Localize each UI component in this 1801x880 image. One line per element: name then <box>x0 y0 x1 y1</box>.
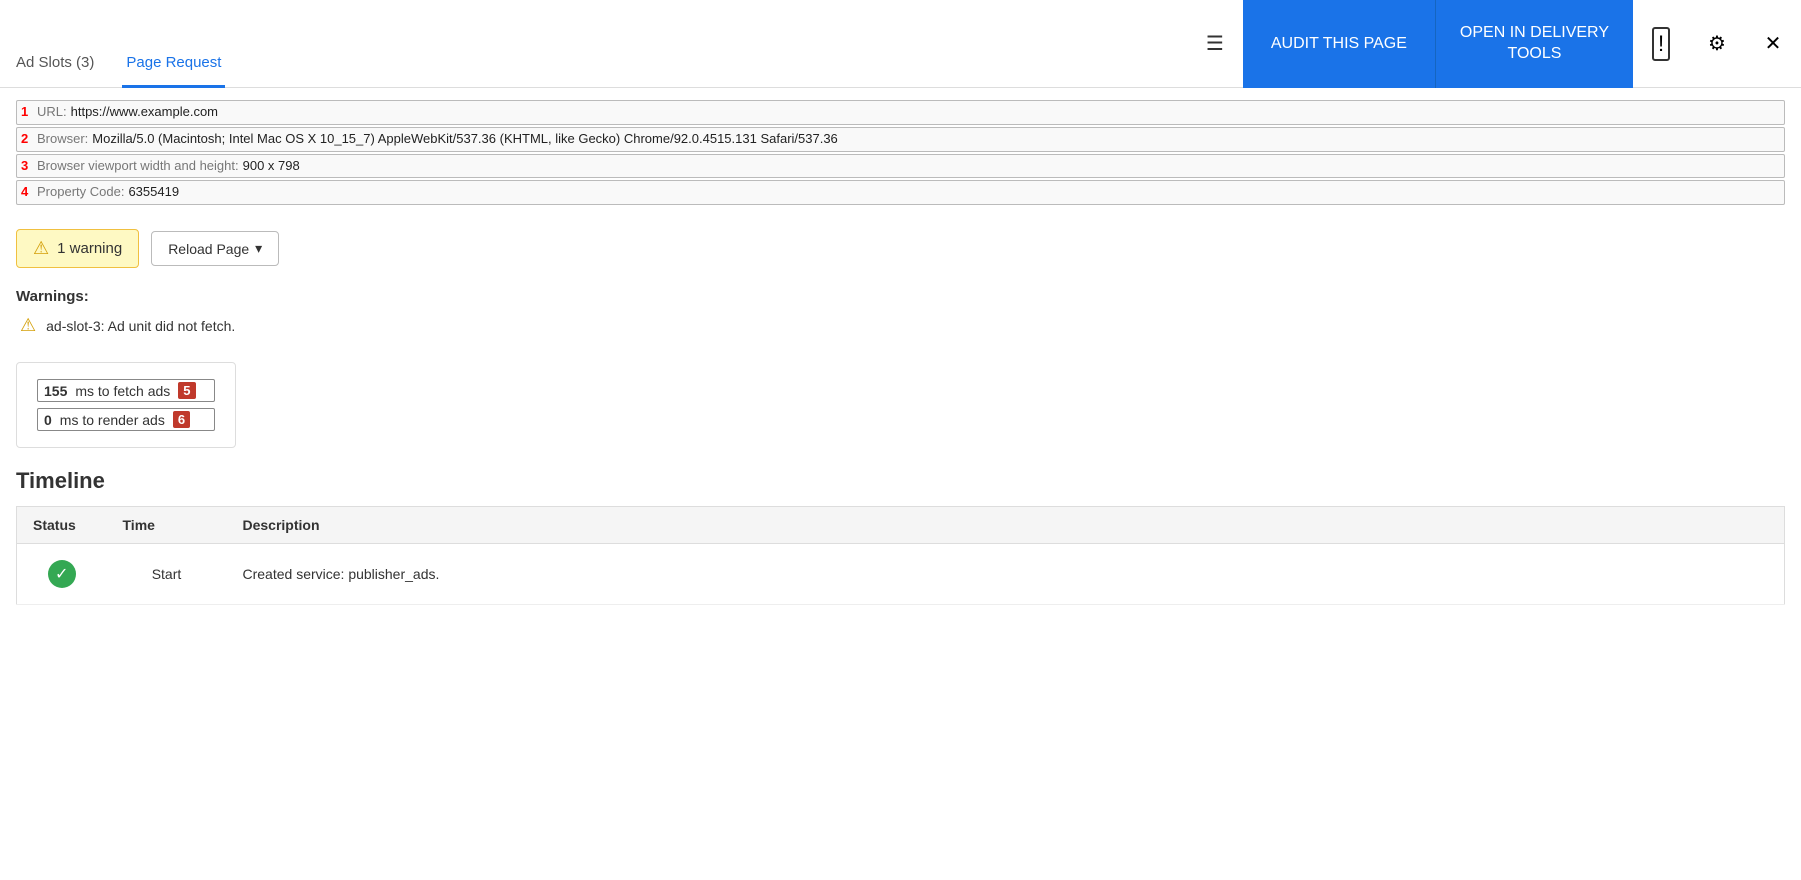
stat-row: 155 ms to fetch ads 5 <box>37 379 215 402</box>
hamburger-button[interactable]: ☰ <box>1187 0 1243 88</box>
timeline-header: StatusTimeDescription <box>17 507 1785 544</box>
timeline-description-cell: Created service: publisher_ads. <box>227 544 1785 605</box>
row-number: 4 <box>21 182 33 203</box>
stat-label: ms to fetch ads <box>75 383 170 399</box>
row-label: Browser viewport width and height: <box>37 156 239 177</box>
delivery-btn-line1: OPEN IN DELIVERY <box>1460 23 1609 44</box>
timeline-title: Timeline <box>16 468 1785 494</box>
row-number: 1 <box>21 102 33 123</box>
timeline-body: ✓ StartCreated service: publisher_ads. <box>17 544 1785 605</box>
timeline-table: StatusTimeDescription ✓ StartCreated serv… <box>16 506 1785 605</box>
close-icon: ✕ <box>1765 31 1782 56</box>
info-row-4: 4Property Code:6355419 <box>16 180 1785 205</box>
info-rows: 1URL:https://www.example.com2Browser:Moz… <box>16 100 1785 205</box>
timeline-col-header: Description <box>227 507 1785 544</box>
row-value: 6355419 <box>128 182 179 203</box>
timeline-col-header: Status <box>17 507 107 544</box>
reload-arrow-icon: ▾ <box>255 240 262 257</box>
open-in-delivery-tools-button[interactable]: OPEN IN DELIVERY TOOLS <box>1435 0 1633 88</box>
stat-badge: 5 <box>178 382 195 399</box>
info-row-2: 2Browser:Mozilla/5.0 (Macintosh; Intel M… <box>16 127 1785 152</box>
settings-button[interactable]: ⚙ <box>1689 0 1745 88</box>
row-label: URL: <box>37 102 67 123</box>
warning-badge: ⚠ 1 warning <box>16 229 139 268</box>
row-label: Property Code: <box>37 182 124 203</box>
comment-icon: ! <box>1652 27 1670 61</box>
header: Ad Slots (3) Page Request ☰ AUDIT THIS PA… <box>0 0 1801 88</box>
stat-badge: 6 <box>173 411 190 428</box>
reload-label: Reload Page <box>168 241 249 257</box>
row-value: Mozilla/5.0 (Macintosh; Intel Mac OS X 1… <box>92 129 838 150</box>
row-number: 2 <box>21 129 33 150</box>
status-check-icon: ✓ <box>48 560 76 588</box>
header-actions: ☰ AUDIT THIS PAGE OPEN IN DELIVERY TOOLS… <box>1187 0 1801 87</box>
warning-badge-text: 1 warning <box>57 240 122 257</box>
tab-bar: Ad Slots (3) Page Request <box>0 0 1187 87</box>
stat-value: 155 <box>44 383 67 399</box>
row-label: Browser: <box>37 129 88 150</box>
row-number: 3 <box>21 156 33 177</box>
warnings-title: Warnings: <box>16 288 1785 305</box>
main-content: 1URL:https://www.example.com2Browser:Moz… <box>0 88 1801 617</box>
warning-item-icon: ⚠ <box>20 315 36 336</box>
timeline-status-cell: ✓ <box>17 544 107 605</box>
timeline-time-cell: Start <box>107 544 227 605</box>
warning-items: ⚠ ad-slot-3: Ad unit did not fetch. <box>16 315 1785 336</box>
row-value: https://www.example.com <box>71 102 218 123</box>
stats-rows: 155 ms to fetch ads 5 0 ms to render ads 6 <box>37 379 215 431</box>
info-row-1: 1URL:https://www.example.com <box>16 100 1785 125</box>
warning-section: ⚠ 1 warning Reload Page ▾ <box>16 229 1785 268</box>
hamburger-icon: ☰ <box>1206 31 1224 56</box>
close-button[interactable]: ✕ <box>1745 0 1801 88</box>
stat-row: 0 ms to render ads 6 <box>37 408 215 431</box>
gear-icon: ⚙ <box>1708 31 1726 56</box>
warning-badge-icon: ⚠ <box>33 238 49 259</box>
warnings-container: Warnings: ⚠ ad-slot-3: Ad unit did not fe… <box>16 288 1785 336</box>
timeline-col-header: Time <box>107 507 227 544</box>
warning-item-text: ad-slot-3: Ad unit did not fetch. <box>46 318 235 334</box>
tab-ad-slots[interactable]: Ad Slots (3) <box>12 46 98 88</box>
timeline-row: ✓ StartCreated service: publisher_ads. <box>17 544 1785 605</box>
tab-page-request[interactable]: Page Request <box>122 46 225 88</box>
stat-label: ms to render ads <box>60 412 165 428</box>
info-row-3: 3Browser viewport width and height:900 x… <box>16 154 1785 179</box>
delivery-btn-line2: TOOLS <box>1460 44 1609 65</box>
reload-page-button[interactable]: Reload Page ▾ <box>151 231 279 266</box>
warning-item: ⚠ ad-slot-3: Ad unit did not fetch. <box>16 315 1785 336</box>
stats-box: 155 ms to fetch ads 5 0 ms to render ads 6 <box>16 362 236 448</box>
row-value: 900 x 798 <box>243 156 300 177</box>
stat-value: 0 <box>44 412 52 428</box>
audit-this-page-button[interactable]: AUDIT THIS PAGE <box>1243 0 1435 88</box>
comment-button[interactable]: ! <box>1633 0 1689 88</box>
timeline-section: Timeline StatusTimeDescription ✓ StartCre… <box>16 468 1785 605</box>
